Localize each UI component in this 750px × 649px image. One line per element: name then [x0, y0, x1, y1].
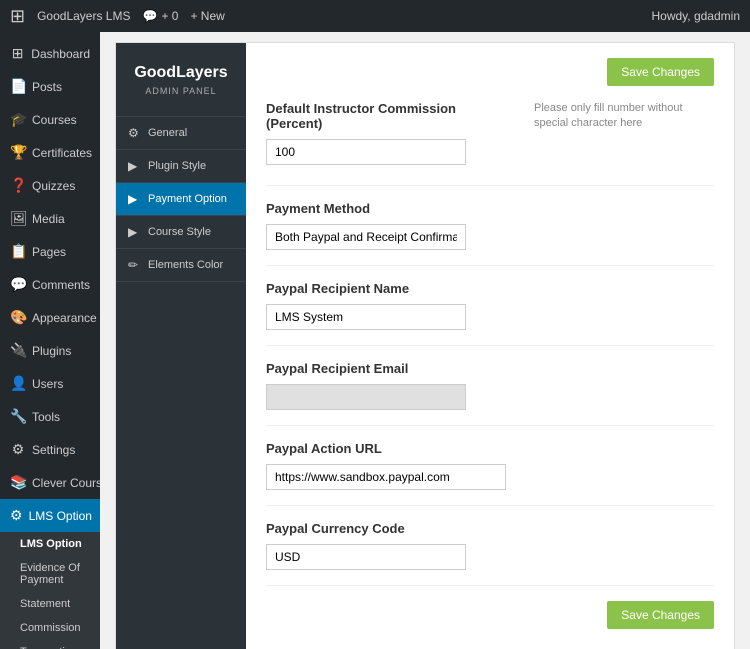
paypal-action-url-input[interactable]: [266, 464, 506, 490]
dashboard-icon: ⊞: [10, 45, 25, 62]
field-label-paypal-recipient-name: Paypal Recipient Name: [266, 281, 714, 296]
field-paypal-recipient-name: Paypal Recipient Name: [266, 281, 714, 346]
plugin-style-nav-icon: ▶: [128, 159, 142, 173]
comments-link[interactable]: 💬 + 0: [142, 9, 178, 23]
submenu-transaction[interactable]: Transaction: [0, 640, 100, 649]
field-input-payment-method: [266, 224, 714, 250]
sidebar-item-plugins[interactable]: 🔌 Plugins: [0, 334, 100, 367]
save-changes-top-area: Save Changes: [266, 58, 714, 86]
field-input-paypal-action-url: [266, 464, 714, 490]
clever-course-icon: 📚: [10, 474, 26, 491]
field-hint-commission: Please only fill number without special …: [534, 101, 714, 132]
commission-input[interactable]: [266, 139, 466, 165]
sidebar-item-comments[interactable]: 💬 Comments: [0, 268, 100, 301]
plugins-icon: 🔌: [10, 342, 26, 359]
lms-submenu: LMS Option Evidence Of Payment Statement…: [0, 532, 100, 649]
admin-sidebar: ⊞ Dashboard 📄 Posts 🎓 Courses 🏆 Certific…: [0, 32, 100, 649]
field-label-commission: Default Instructor Commission (Percent): [266, 101, 514, 131]
settings-icon: ⚙: [10, 441, 26, 458]
courses-icon: 🎓: [10, 111, 26, 128]
field-label-paypal-action-url: Paypal Action URL: [266, 441, 714, 456]
sidebar-item-dashboard[interactable]: ⊞ Dashboard: [0, 37, 100, 70]
field-default-instructor-commission: Default Instructor Commission (Percent) …: [266, 101, 714, 186]
sidebar-item-users[interactable]: 👤 Users: [0, 367, 100, 400]
sidebar-item-tools[interactable]: 🔧 Tools: [0, 400, 100, 433]
panel-nav-payment-option[interactable]: ▶ Payment Option: [116, 183, 246, 216]
panel-nav-elements-color[interactable]: ✏ Elements Color: [116, 249, 246, 282]
field-label-payment-method: Payment Method: [266, 201, 714, 216]
panel-nav-course-style[interactable]: ▶ Course Style: [116, 216, 246, 249]
sidebar-item-media[interactable]: 🖼 Media: [0, 202, 100, 235]
field-input-commission: [266, 139, 514, 165]
lms-option-icon: ⚙: [10, 507, 23, 524]
admin-bar: ⊞ GoodLayers LMS 💬 + 0 + New Howdy, gdad…: [0, 0, 750, 32]
sidebar-item-quizzes[interactable]: ❓ Quizzes: [0, 169, 100, 202]
save-changes-bottom-button[interactable]: Save Changes: [607, 601, 714, 629]
save-changes-bottom-area: Save Changes: [266, 601, 714, 629]
posts-icon: 📄: [10, 78, 26, 95]
field-paypal-action-url: Paypal Action URL: [266, 441, 714, 506]
panel-header: GoodLayers ADMIN PANEL: [116, 43, 246, 117]
elements-color-nav-icon: ✏: [128, 258, 142, 272]
submenu-statement[interactable]: Statement: [0, 592, 100, 616]
field-label-paypal-recipient-email: Paypal Recipient Email: [266, 361, 714, 376]
field-payment-method: Payment Method: [266, 201, 714, 266]
payment-method-input[interactable]: [266, 224, 466, 250]
general-nav-icon: ⚙: [128, 126, 142, 140]
sidebar-item-pages[interactable]: 📋 Pages: [0, 235, 100, 268]
site-name[interactable]: GoodLayers LMS: [37, 9, 130, 23]
wp-logo-icon: ⊞: [10, 6, 25, 27]
submenu-commission[interactable]: Commission: [0, 616, 100, 640]
sidebar-item-settings[interactable]: ⚙ Settings: [0, 433, 100, 466]
panel-sidebar: GoodLayers ADMIN PANEL ⚙ General ▶ Plugi…: [116, 43, 246, 649]
save-changes-top-button[interactable]: Save Changes: [607, 58, 714, 86]
paypal-recipient-name-input[interactable]: [266, 304, 466, 330]
panel-content: Save Changes Default Instructor Commissi…: [246, 43, 734, 649]
course-style-nav-icon: ▶: [128, 225, 142, 239]
panel-subtitle: ADMIN PANEL: [131, 86, 231, 96]
sidebar-item-certificates[interactable]: 🏆 Certificates: [0, 136, 100, 169]
sidebar-item-clever-course[interactable]: 📚 Clever Course: [0, 466, 100, 499]
media-icon: 🖼: [10, 210, 26, 227]
field-input-paypal-recipient-name: [266, 304, 714, 330]
users-icon: 👤: [10, 375, 26, 392]
comment-icon: 💬: [142, 9, 157, 23]
quizzes-icon: ❓: [10, 177, 26, 194]
panel-brand: GoodLayers: [131, 63, 231, 82]
panel-nav-plugin-style[interactable]: ▶ Plugin Style: [116, 150, 246, 183]
field-input-paypal-currency-code: [266, 544, 714, 570]
sidebar-item-lms-option[interactable]: ⚙ LMS Option: [0, 499, 100, 532]
submenu-evidence-of-payment[interactable]: Evidence Of Payment: [0, 556, 100, 592]
tools-icon: 🔧: [10, 408, 26, 425]
main-content: GoodLayers ADMIN PANEL ⚙ General ▶ Plugi…: [100, 32, 750, 649]
submenu-lms-option[interactable]: LMS Option: [0, 532, 100, 556]
payment-option-nav-icon: ▶: [128, 192, 142, 206]
sidebar-item-courses[interactable]: 🎓 Courses: [0, 103, 100, 136]
panel-box: GoodLayers ADMIN PANEL ⚙ General ▶ Plugi…: [115, 42, 735, 649]
panel-nav-general[interactable]: ⚙ General: [116, 117, 246, 150]
paypal-recipient-email-input[interactable]: [266, 384, 466, 410]
appearance-icon: 🎨: [10, 309, 26, 326]
certificates-icon: 🏆: [10, 144, 26, 161]
sidebar-item-posts[interactable]: 📄 Posts: [0, 70, 100, 103]
field-paypal-currency-code: Paypal Currency Code: [266, 521, 714, 586]
field-paypal-recipient-email: Paypal Recipient Email: [266, 361, 714, 426]
sidebar-item-appearance[interactable]: 🎨 Appearance: [0, 301, 100, 334]
pages-icon: 📋: [10, 243, 26, 260]
howdy-text: Howdy, gdadmin: [652, 9, 741, 23]
field-input-paypal-recipient-email: [266, 384, 714, 410]
new-link[interactable]: + New: [190, 9, 224, 23]
comments-menu-icon: 💬: [10, 276, 26, 293]
field-label-paypal-currency-code: Paypal Currency Code: [266, 521, 714, 536]
paypal-currency-code-input[interactable]: [266, 544, 466, 570]
